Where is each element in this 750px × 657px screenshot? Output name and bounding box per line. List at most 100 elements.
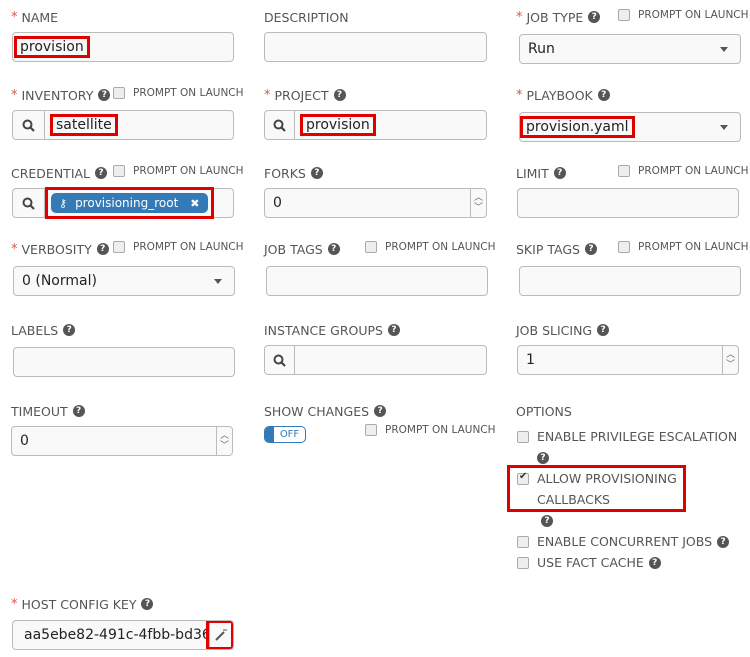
instance-groups-input[interactable] (264, 345, 487, 375)
skip-tags-label: SKIP TAGS? (516, 240, 597, 258)
credential-prompt-on-launch[interactable]: PROMPT ON LAUNCH (113, 165, 244, 177)
generate-key-button[interactable] (206, 621, 233, 649)
inventory-input[interactable]: satellite (12, 110, 234, 140)
labels-label: LABELS? (11, 321, 76, 339)
checkbox[interactable] (618, 241, 630, 253)
verbosity-prompt-on-launch[interactable]: PROMPT ON LAUNCH (113, 241, 244, 253)
chevron-up-icon[interactable]: ︿ (474, 193, 483, 203)
help-icon[interactable]: ? (141, 598, 154, 610)
option-allow-provisioning-callbacks[interactable]: ALLOW PROVISIONING (517, 471, 677, 486)
close-icon[interactable]: ✖ (190, 197, 199, 210)
help-icon[interactable]: ? (597, 324, 610, 336)
checkbox[interactable] (517, 430, 529, 443)
checkbox[interactable] (365, 241, 377, 253)
help-icon[interactable]: ? (584, 243, 597, 255)
help-icon[interactable]: ? (310, 167, 323, 179)
help-icon[interactable]: ? (597, 89, 610, 101)
help-icon[interactable]: ? (72, 405, 85, 417)
help-icon[interactable]: ? (553, 167, 566, 179)
limit-label: LIMIT? (516, 164, 566, 182)
checkbox[interactable] (618, 165, 630, 177)
help-icon[interactable]: ? (98, 89, 111, 101)
name-input[interactable]: provision (12, 32, 234, 62)
chevron-down-icon (720, 47, 728, 52)
checkbox-checked[interactable] (517, 471, 529, 485)
job-tags-input[interactable] (266, 266, 488, 296)
checkbox[interactable] (517, 535, 529, 548)
show-changes-prompt-on-launch[interactable]: PROMPT ON LAUNCH (365, 424, 496, 436)
option-allow-provisioning-callbacks-line2: CALLBACKS (537, 492, 610, 507)
verbosity-label: * VERBOSITY? (11, 240, 109, 258)
search-icon[interactable] (13, 111, 45, 139)
chevron-down-icon (720, 125, 728, 130)
job-type-prompt-on-launch[interactable]: PROMPT ON LAUNCH (618, 9, 749, 21)
limit-prompt-on-launch[interactable]: PROMPT ON LAUNCH (618, 165, 749, 177)
timeout-input[interactable]: 0 ︿ ﹀ (11, 426, 233, 456)
chevron-down-icon[interactable]: ﹀ (220, 441, 229, 451)
stepper[interactable]: ︿ ﹀ (470, 189, 486, 217)
job-tags-label: JOB TAGS? (264, 240, 340, 258)
credential-input[interactable]: ⚷ provisioning_root ✖ (12, 187, 234, 219)
required-marker: * (11, 9, 18, 25)
search-icon[interactable] (265, 111, 295, 139)
skip-tags-input[interactable] (519, 266, 741, 296)
job-slicing-label: JOB SLICING? (516, 321, 610, 339)
help-icon[interactable]: ? (63, 324, 76, 336)
credential-label: CREDENTIAL? (11, 164, 108, 182)
checkbox[interactable] (365, 424, 377, 436)
checkbox[interactable] (113, 241, 125, 253)
search-icon[interactable] (13, 189, 45, 217)
stepper[interactable]: ︿ ﹀ (722, 346, 738, 374)
description-input[interactable] (264, 32, 487, 62)
help-icon[interactable]: ? (95, 167, 108, 179)
help-icon[interactable]: ? (374, 405, 387, 417)
forks-input[interactable]: 0 ︿ ﹀ (264, 188, 487, 218)
help-icon[interactable]: ? (717, 535, 730, 548)
magic-wand-icon (214, 629, 227, 641)
chevron-down-icon (214, 279, 222, 284)
job-tags-prompt-on-launch[interactable]: PROMPT ON LAUNCH (365, 241, 496, 253)
job-type-select[interactable]: Run (519, 34, 741, 64)
name-label: * NAME (11, 9, 59, 25)
options-label: OPTIONS (516, 403, 572, 419)
chevron-down-icon[interactable]: ﹀ (726, 360, 735, 370)
help-icon[interactable]: ? (541, 515, 553, 527)
option-enable-concurrent-jobs[interactable]: ENABLE CONCURRENT JOBS? (517, 534, 730, 549)
playbook-label: * PLAYBOOK? (516, 86, 610, 104)
description-label: DESCRIPTION (264, 9, 349, 25)
help-icon[interactable]: ? (588, 11, 601, 23)
verbosity-select[interactable]: 0 (Normal) (13, 266, 235, 296)
job-slicing-input[interactable]: 1 ︿ ﹀ (517, 345, 739, 375)
timeout-label: TIMEOUT? (11, 402, 85, 420)
chevron-up-icon[interactable]: ︿ (220, 431, 229, 441)
help-icon[interactable]: ? (537, 452, 549, 464)
forks-label: FORKS? (264, 164, 323, 182)
host-config-key-input[interactable]: aa5ebe82-491c-4fbb-bd36 (12, 620, 234, 650)
labels-input[interactable] (13, 347, 235, 377)
help-icon[interactable]: ? (648, 556, 661, 569)
project-input[interactable]: provision (264, 110, 487, 140)
search-icon[interactable] (265, 346, 295, 374)
option-enable-privilege-escalation[interactable]: ENABLE PRIVILEGE ESCALATION (517, 429, 737, 444)
limit-input[interactable] (517, 188, 739, 218)
help-icon[interactable]: ? (333, 89, 346, 101)
checkbox[interactable] (618, 9, 630, 21)
chevron-down-icon[interactable]: ﹀ (474, 203, 483, 213)
checkbox[interactable] (113, 165, 125, 177)
playbook-select[interactable]: provision.yaml (519, 112, 741, 142)
credential-chip[interactable]: ⚷ provisioning_root ✖ (51, 193, 208, 213)
host-config-key-label: * HOST CONFIG KEY? (11, 595, 154, 613)
help-icon[interactable]: ? (387, 324, 400, 336)
chevron-up-icon[interactable]: ︿ (726, 350, 735, 360)
show-changes-label: SHOW CHANGES? (264, 402, 387, 420)
key-icon: ⚷ (59, 196, 68, 210)
stepper[interactable]: ︿ ﹀ (216, 427, 232, 455)
option-use-fact-cache[interactable]: USE FACT CACHE? (517, 555, 661, 570)
help-icon[interactable]: ? (96, 243, 109, 255)
checkbox[interactable] (113, 87, 125, 99)
skip-tags-prompt-on-launch[interactable]: PROMPT ON LAUNCH (618, 241, 749, 253)
show-changes-toggle[interactable]: OFF (264, 426, 306, 443)
inventory-prompt-on-launch[interactable]: PROMPT ON LAUNCH (113, 87, 244, 99)
help-icon[interactable]: ? (327, 243, 340, 255)
checkbox[interactable] (517, 556, 529, 569)
